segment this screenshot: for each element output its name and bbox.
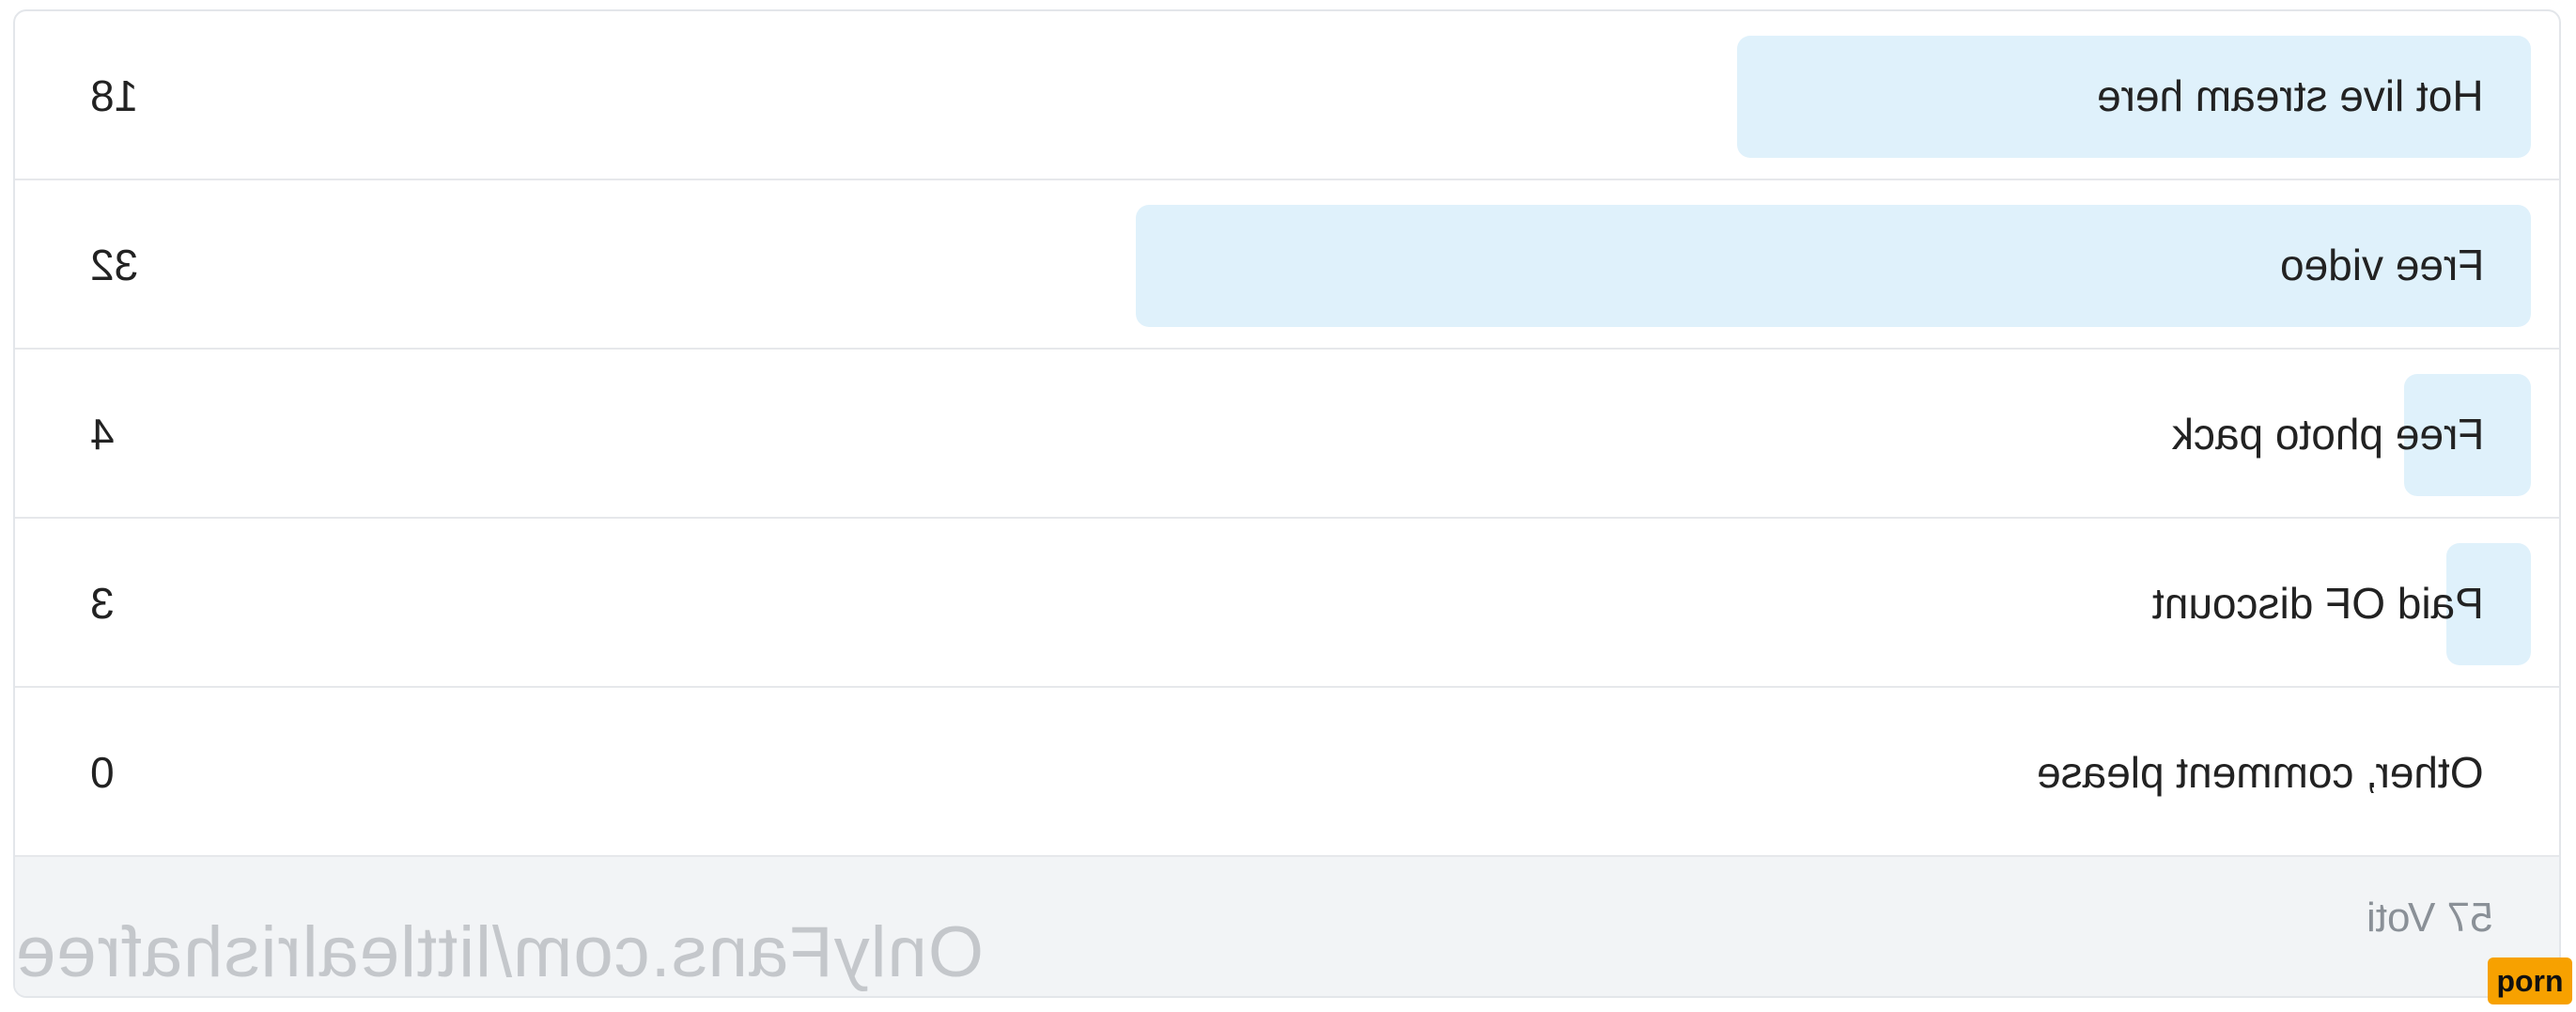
- poll-option-count: 0: [90, 748, 115, 797]
- site-logo-badge: porn: [2488, 958, 2572, 1004]
- poll-option-label: Other, comment please: [2037, 748, 2484, 797]
- poll-option-label: Free video: [2279, 241, 2484, 289]
- poll-option-count: 18: [90, 71, 139, 120]
- poll-option-count: 32: [90, 241, 139, 289]
- poll-option-count: 3: [90, 579, 115, 628]
- poll-option-hot-live-stream[interactable]: Hot live stream here 18: [15, 11, 2559, 180]
- poll-option-count: 4: [90, 410, 115, 459]
- poll-option-other[interactable]: Other, comment please 0: [15, 688, 2559, 857]
- poll-footer: 57 Voti OnlyFans.com/littlealrishafree: [15, 857, 2559, 996]
- watermark-text: OnlyFans.com/littlealrishafree: [15, 912, 985, 992]
- poll-option-free-video[interactable]: Free video 32: [15, 180, 2559, 350]
- poll-card: Hot live stream here 18 Free video 32 Fr…: [13, 9, 2561, 998]
- poll-option-paid-of-discount[interactable]: Paid OF discount 3: [15, 519, 2559, 688]
- poll-option-label: Hot live stream here: [2097, 71, 2484, 120]
- poll-option-label: Free photo pack: [2171, 410, 2484, 459]
- poll-option-free-photo-pack[interactable]: Free photo pack 4: [15, 350, 2559, 519]
- total-votes: 57 Voti: [2367, 895, 2493, 941]
- poll-option-label: Paid OF discount: [2152, 579, 2484, 628]
